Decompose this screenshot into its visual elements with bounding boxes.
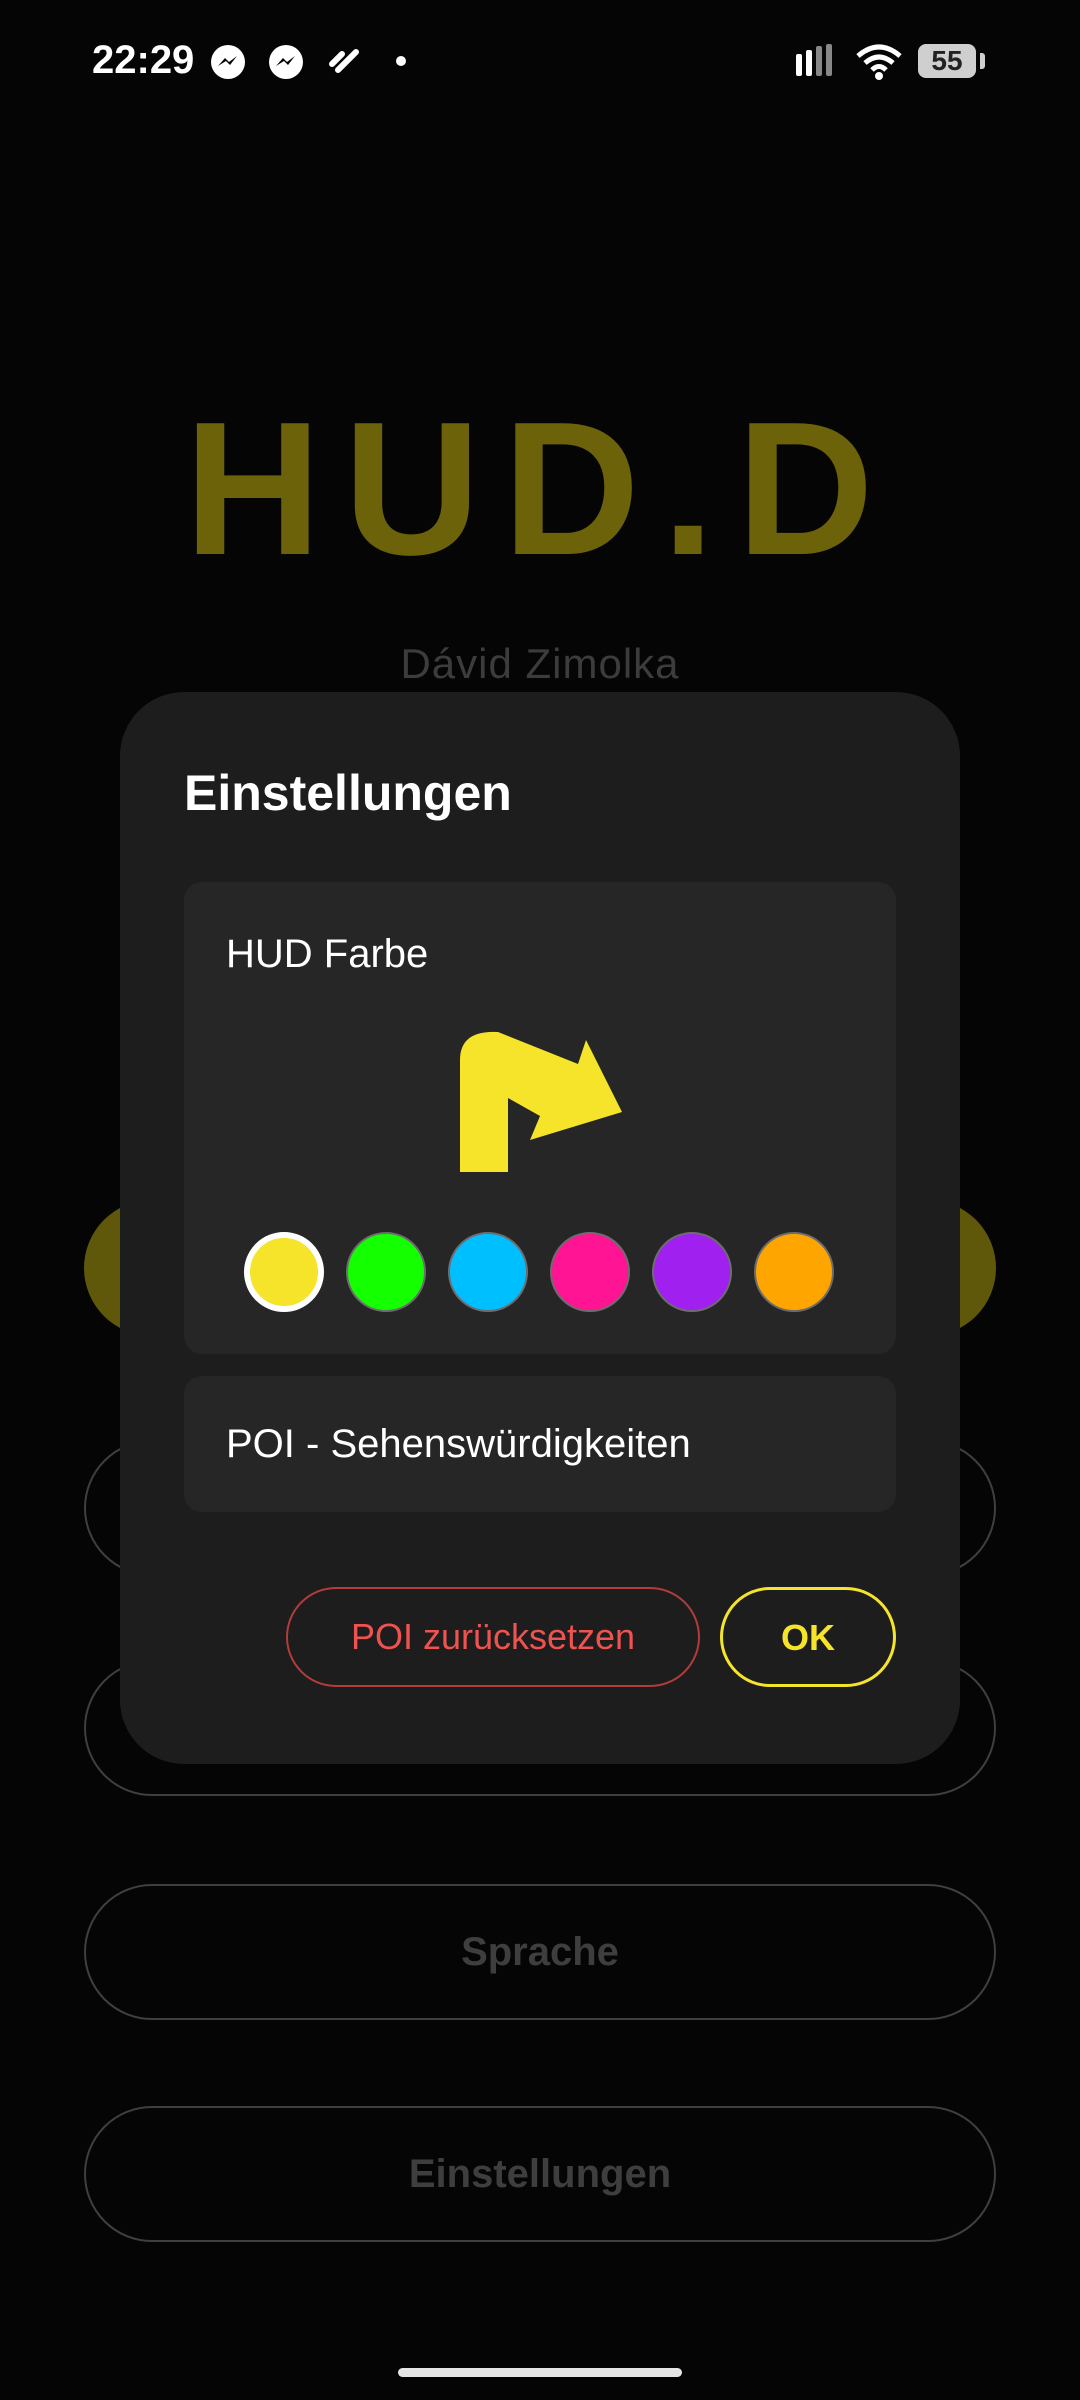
status-time: 22:29: [92, 38, 195, 82]
dialog-title: Einstellungen: [184, 765, 512, 821]
battery-level: 55: [931, 45, 963, 76]
notification-dot: [396, 56, 406, 66]
color-swatch-orange[interactable]: [754, 1232, 834, 1312]
messenger-icon: [269, 45, 303, 79]
home-indicator[interactable]: [398, 2368, 682, 2377]
color-swatch-pink[interactable]: [550, 1232, 630, 1312]
poi-sights-label: POI - Sehenswürdigkeiten: [226, 1422, 691, 1466]
ok-button[interactable]: OK: [720, 1587, 896, 1687]
color-swatch-purple[interactable]: [652, 1232, 732, 1312]
hud-color-label: HUD Farbe: [226, 932, 429, 976]
app-title: HUD.D: [184, 383, 896, 595]
turn-arrow-icon: [460, 1031, 622, 1172]
color-swatch-yellow[interactable]: [244, 1232, 324, 1312]
poi-sights-item[interactable]: POI - Sehenswürdigkeiten: [184, 1376, 896, 1512]
settings-dialog: Einstellungen HUD Farbe POI - Sehenswürd…: [120, 692, 960, 1764]
hud-color-card: HUD Farbe: [184, 882, 896, 1354]
reset-poi-button[interactable]: POI zurücksetzen: [286, 1587, 700, 1687]
color-swatch-green[interactable]: [346, 1232, 426, 1312]
signal-icon: [796, 44, 832, 76]
language-button: Sprache: [84, 1884, 996, 2020]
wifi-icon: [856, 44, 902, 80]
battery-tip: [980, 53, 985, 69]
color-swatch-blue[interactable]: [448, 1232, 528, 1312]
author-name: Dávid Zimolka: [400, 640, 680, 687]
messenger-icon: [211, 45, 245, 79]
app-icon: [329, 49, 359, 73]
settings-button: Einstellungen: [84, 2106, 996, 2242]
status-bar: 22:29 55: [0, 0, 1080, 124]
